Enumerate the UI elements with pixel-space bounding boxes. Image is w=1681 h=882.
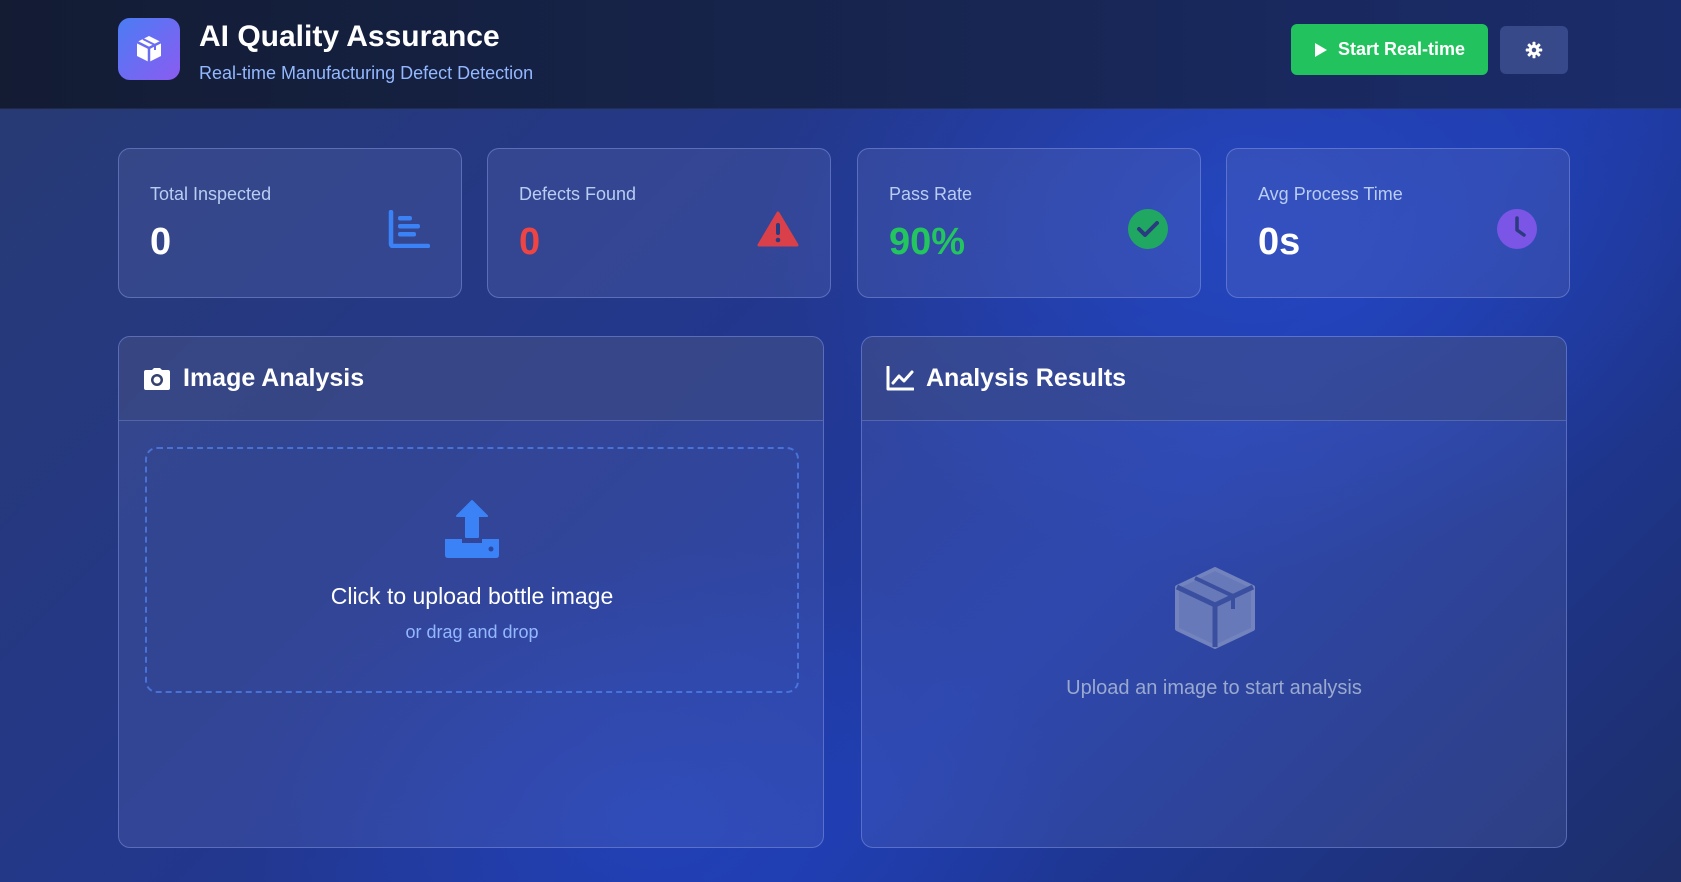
- stat-label: Avg Process Time: [1258, 184, 1403, 204]
- stat-card-total-inspected: Total Inspected 0: [118, 148, 462, 298]
- app-header: AI Quality Assurance Real-time Manufactu…: [0, 0, 1681, 109]
- stat-label: Defects Found: [519, 184, 637, 204]
- upload-title: Click to upload bottle image: [330, 583, 614, 609]
- settings-button[interactable]: [1500, 26, 1568, 74]
- gear-icon: [1525, 41, 1543, 59]
- camera-icon: [144, 367, 170, 390]
- stat-label: Total Inspected: [150, 184, 272, 204]
- app-title: AI Quality Assurance: [199, 20, 500, 53]
- stat-card-pass-rate: Pass Rate 90%: [857, 148, 1201, 298]
- start-realtime-label: Start Real-time: [1337, 39, 1466, 59]
- app-subtitle: Real-time Manufacturing Defect Detection: [199, 63, 534, 83]
- analysis-results-header: Analysis Results: [862, 337, 1566, 421]
- stat-value: 90%: [889, 221, 966, 263]
- image-analysis-panel: Image Analysis Click to upload bottle im…: [118, 336, 824, 848]
- upload-icon: [445, 500, 499, 558]
- upload-dropzone[interactable]: Click to upload bottle image or drag and…: [145, 447, 799, 693]
- cube-icon: [136, 36, 162, 62]
- image-analysis-header: Image Analysis: [119, 337, 823, 421]
- stat-value: 0: [150, 221, 172, 263]
- stat-value: 0: [519, 221, 541, 263]
- cube-icon: [1175, 567, 1255, 649]
- stat-label: Pass Rate: [889, 184, 973, 204]
- app-logo: [118, 18, 180, 80]
- clock-icon: [1495, 207, 1539, 251]
- warning-icon: [756, 207, 800, 251]
- start-realtime-button[interactable]: Start Real-time: [1291, 24, 1488, 75]
- check-circle-icon: [1126, 207, 1170, 251]
- bar-chart-icon: [387, 207, 431, 251]
- upload-subtitle: or drag and drop: [405, 622, 539, 642]
- line-chart-icon: [886, 365, 914, 390]
- analysis-results-panel: Analysis Results Upload an image to star…: [861, 336, 1567, 848]
- stat-card-defects-found: Defects Found 0: [487, 148, 831, 298]
- play-icon: [1314, 42, 1327, 57]
- empty-state-text: Upload an image to start analysis: [1066, 677, 1362, 699]
- panel-title: Image Analysis: [183, 364, 365, 392]
- stat-card-avg-process-time: Avg Process Time 0s: [1226, 148, 1570, 298]
- panel-title: Analysis Results: [926, 364, 1127, 392]
- stat-value: 0s: [1258, 221, 1301, 263]
